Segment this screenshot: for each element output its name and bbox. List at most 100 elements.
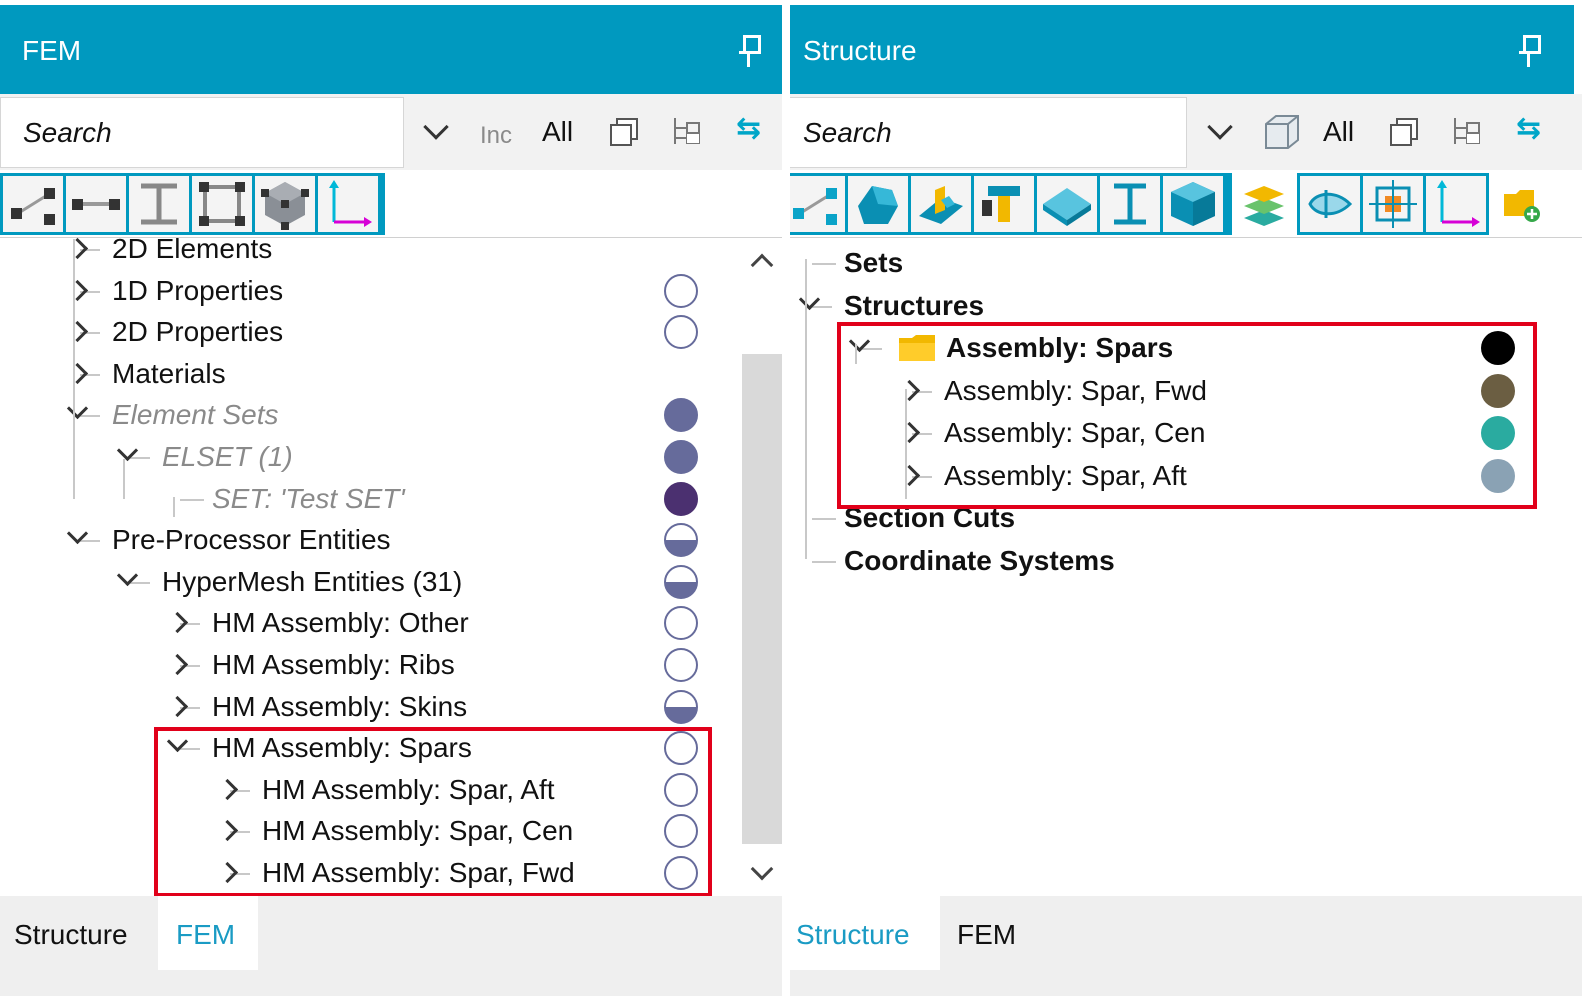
coordinate-system-icon[interactable] [1426,176,1486,232]
scroll-up-icon[interactable] [750,253,774,277]
all-filter-button[interactable]: All [542,116,573,148]
visibility-status-icon[interactable] [664,689,698,724]
tab-fem[interactable]: FEM [943,896,1030,970]
edge-icon[interactable] [3,176,63,232]
beam-element-icon[interactable] [66,176,126,232]
visibility-status-icon[interactable] [664,564,698,599]
panel-title: FEM [22,35,82,66]
structure-toolbar-group-2 [1297,173,1489,235]
edge-icon[interactable] [790,176,845,232]
tree-guide-line [812,560,836,563]
chevron-right-icon[interactable] [66,362,89,384]
zone-icon[interactable] [1363,176,1423,232]
vertical-scrollbar[interactable] [742,239,782,896]
search-input[interactable] [1,98,403,167]
cube-filter-icon[interactable] [1262,112,1302,152]
tree-item-label[interactable]: HM Assembly: Ribs [212,645,455,685]
tree-view-icon[interactable] [674,118,700,144]
fem-header: FEM [0,5,782,94]
solid-element-icon[interactable] [255,176,315,232]
visibility-status-icon[interactable] [664,440,698,474]
i-beam-icon[interactable] [1100,176,1160,232]
fem-toolbar-group [0,173,385,235]
tree-guide-line [80,415,100,418]
highlight-box [154,727,712,897]
new-folder-icon[interactable] [1502,184,1542,224]
fem-entity-toolbar [0,170,782,238]
include-filter-button[interactable]: Inc [480,122,512,150]
layers-icon[interactable] [1240,180,1288,228]
tree-item-label[interactable]: HyperMesh Entities (31) [162,562,462,602]
tree-item-label[interactable]: Coordinate Systems [844,541,1115,581]
structure-panel: Structure All ⇆ [790,0,1582,996]
tree-guide-line [812,263,836,265]
tree-guide-line [180,498,204,501]
stack-icon[interactable] [1388,118,1418,146]
tree-item-label[interactable]: Structures [844,286,984,326]
chevron-right-icon[interactable] [66,321,89,343]
fem-search-box[interactable] [0,97,404,168]
fem-search-row: Inc All ⇆ [0,94,782,170]
tab-structure[interactable]: Structure [0,896,142,970]
visibility-status-icon[interactable] [664,648,698,682]
search-input[interactable] [790,98,1186,167]
tree-item-label[interactable]: HM Assembly: Skins [212,687,467,727]
visibility-status-icon[interactable] [664,606,698,641]
tree-item-label[interactable]: ELSET (1) [162,437,293,477]
visibility-status-icon[interactable] [664,398,698,433]
stack-icon[interactable] [608,118,638,146]
fem-tab-bar: Structure FEM [0,896,782,996]
tree-guide-line [123,459,125,499]
visibility-status-icon[interactable] [664,315,698,350]
tree-item-label[interactable]: 2D Properties [112,312,283,352]
visibility-status-icon[interactable] [664,523,698,558]
i-beam-icon[interactable] [129,176,189,232]
chevron-down-icon[interactable] [1207,114,1233,140]
tree-guide-line [812,305,832,308]
tree-item-label[interactable]: SET: 'Test SET' [212,479,405,519]
stiffener-icon[interactable] [911,176,971,232]
tree-guide-line [73,239,75,499]
pin-icon[interactable] [1518,35,1541,69]
sync-icon[interactable]: ⇆ [736,114,762,144]
chevron-right-icon[interactable] [166,612,189,634]
structure-search-box[interactable] [790,97,1187,168]
tree-item-label[interactable]: Element Sets [112,395,279,435]
tree-item-label[interactable]: Sets [844,243,903,283]
tree-item-label[interactable]: 2D Elements [112,229,272,269]
tree-view-icon[interactable] [1454,118,1480,144]
fastener-icon[interactable] [974,176,1034,232]
structure-entity-toolbar [790,170,1582,238]
section-cut-icon[interactable] [1300,176,1360,232]
tree-item-label[interactable]: HM Assembly: Other [212,603,469,643]
structure-header: Structure [790,5,1574,94]
tab-fem[interactable]: FEM [158,896,258,970]
tree-guide-line [80,540,100,543]
highlight-box [837,322,1537,509]
coordinate-system-icon[interactable] [318,176,378,232]
tree-guide-line [812,518,836,520]
tree-item-label[interactable]: Materials [112,354,226,394]
structure-toolbar-group-1 [790,173,1232,235]
chevron-right-icon[interactable] [166,695,189,717]
scroll-down-icon[interactable] [750,857,774,881]
structure-tab-bar: Structure FEM [790,896,1582,996]
plate-icon[interactable] [1037,176,1097,232]
panel-solid-icon[interactable] [848,176,908,232]
panel-title: Structure [803,35,917,66]
pin-icon[interactable] [738,35,761,69]
scrollbar-track[interactable] [742,354,782,844]
frame-icon[interactable] [192,176,252,232]
tree-item-label[interactable]: Pre-Processor Entities [112,520,391,560]
tree-item-label[interactable]: 1D Properties [112,271,283,311]
chevron-right-icon[interactable] [66,237,89,260]
sync-icon[interactable]: ⇆ [1516,114,1542,144]
chevron-right-icon[interactable] [66,279,89,301]
solid-block-icon[interactable] [1163,176,1223,232]
tab-structure[interactable]: Structure [790,896,940,970]
visibility-status-icon[interactable] [664,273,698,308]
visibility-status-icon[interactable] [664,481,698,516]
chevron-right-icon[interactable] [166,653,189,676]
all-filter-button[interactable]: All [1323,116,1354,148]
chevron-down-icon[interactable] [423,114,449,140]
